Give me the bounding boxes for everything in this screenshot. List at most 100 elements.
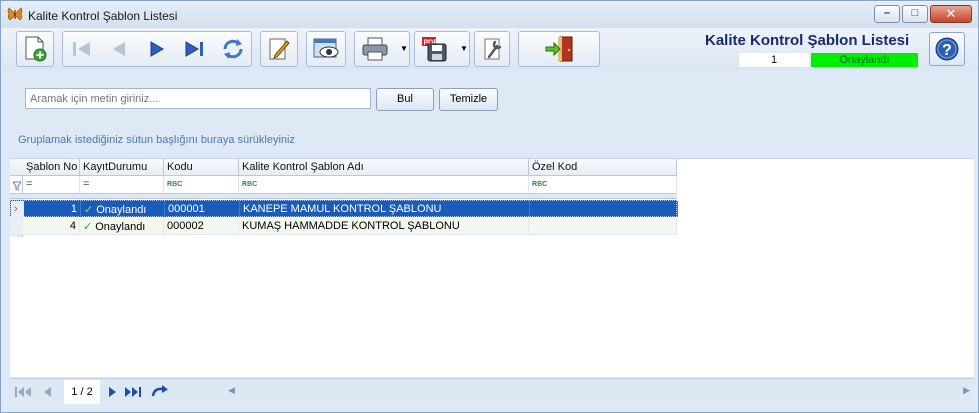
pdf-dropdown-icon[interactable]: ▼ [460,44,468,53]
horizontal-scrollbar[interactable]: ◀ ▶ [228,385,974,399]
settings-button[interactable] [475,32,509,66]
row-indicator-icon: › [11,201,24,217]
last-icon [125,387,141,397]
filter-record-status[interactable]: = [80,176,164,194]
column-header-record-status[interactable]: KayıtDurumu [80,159,164,176]
print-dropdown-icon[interactable]: ▼ [400,44,408,53]
filter-icon [10,176,23,194]
page-title: Kalite Kontrol Şablon Listesi [705,32,910,49]
exit-door-icon [545,36,573,62]
maximize-button[interactable]: □ [902,5,928,23]
table-row[interactable]: 4 ✓ Onaylandı 000002 KUMAŞ HAMMADDE KONTR… [10,218,677,235]
column-header-template-name[interactable]: Kalite Kontrol Şablon Adı [239,159,529,176]
filter-template-name[interactable]: RBC [239,176,529,194]
last-icon [185,41,203,57]
page-indicator: 1 / 2 [64,380,100,404]
next-record-button[interactable] [139,32,175,66]
first-icon [15,387,31,397]
minimize-button[interactable]: – [874,5,900,23]
preview-icon [313,38,339,58]
scroll-left-icon[interactable]: ◀ [228,385,235,396]
grid-separator [10,194,677,199]
previous-icon [113,42,125,56]
nav-refresh-button[interactable] [150,383,170,401]
settings-group [474,31,510,67]
edit-icon [269,38,290,60]
column-header-code[interactable]: Kodu [164,159,239,176]
filter-special-code[interactable]: RBC [529,176,677,194]
cell-template-name: KANEPE MAMUL KONTROL ŞABLONU [240,201,530,217]
svg-text:?: ? [942,42,952,59]
cell-code: 000001 [165,201,240,217]
printer-icon [362,37,388,61]
text-filter-icon: RBC [242,181,258,188]
pdf-save-icon: PDF [422,37,447,62]
close-icon: ✕ [945,6,957,21]
navigation-group [62,31,252,67]
help-icon: ? [935,37,959,61]
refresh-button[interactable] [215,32,251,66]
record-number: 1 [739,53,809,67]
find-button[interactable]: Bul [376,88,434,111]
window-title: Kalite Kontrol Şablon Listesi [28,9,178,23]
filter-template-no[interactable]: = [23,176,80,194]
cell-template-name: KUMAŞ HAMMADDE KONTROL ŞABLONU [239,218,529,234]
preview-button[interactable] [308,32,344,66]
butterfly-icon [7,7,23,21]
scroll-right-icon[interactable]: ▶ [963,385,970,396]
next-icon [109,387,116,397]
redo-icon [151,385,168,397]
export-pdf-button[interactable]: PDF [417,32,453,66]
group-by-hint: Gruplamak istediğiniz sütun başlığını bu… [18,134,295,146]
nav-next-button[interactable] [102,383,122,401]
last-record-button[interactable] [177,32,213,66]
title-bar: Kalite Kontrol Şablon Listesi – □ ✕ [1,1,978,28]
table-row[interactable]: › 1 ✓ Onaylandı 000001 KANEPE MAMUL KONTR… [10,200,678,217]
cell-code: 000002 [164,218,239,234]
grid-navigator: 1 / 2 ◀ ▶ [10,378,974,404]
cell-record-status: ✓ Onaylandı [80,218,164,234]
close-button[interactable]: ✕ [930,5,972,23]
search-input[interactable] [25,88,371,109]
column-header-template-no[interactable]: Şablon No [23,159,80,176]
clear-button[interactable]: Temizle [439,88,498,111]
cell-template-no: 4 [23,218,80,234]
data-grid: Şablon No KayıtDurumu Kodu Kalite Kontro… [10,158,974,377]
refresh-icon [223,39,243,59]
pdf-group: PDF ▼ [414,31,470,67]
first-record-button[interactable] [64,32,100,66]
minimize-icon: – [883,7,891,19]
filter-code[interactable]: RBC [164,176,239,194]
check-icon: ✓ [84,204,94,216]
nav-first-button[interactable] [13,383,33,401]
grid-header-row: Şablon No KayıtDurumu Kodu Kalite Kontro… [10,159,677,176]
previous-icon [44,387,51,397]
previous-record-button[interactable] [101,32,137,66]
cell-template-no: 1 [24,201,81,217]
grid-filter-row: = = RBC RBC RBC [10,176,677,194]
preview-group [306,31,346,67]
edit-button[interactable] [261,32,297,66]
print-button[interactable] [357,32,393,66]
text-filter-icon: RBC [532,181,548,188]
text-filter-icon: RBC [167,181,183,188]
edit-group [260,31,298,67]
print-group: ▼ [354,31,410,67]
cell-special-code [530,201,678,217]
first-icon [73,42,90,56]
cell-special-code [529,218,677,234]
exit-button[interactable] [541,32,577,66]
help-button[interactable]: ? [929,32,965,66]
next-icon [150,41,164,57]
nav-last-button[interactable] [124,383,144,401]
main-window: Kalite Kontrol Şablon Listesi – □ ✕ ▼ PD… [0,0,979,413]
new-record-button[interactable] [17,32,53,66]
nav-previous-button[interactable] [37,383,57,401]
window-controls: – □ ✕ [874,5,972,23]
cell-record-status: ✓ Onaylandı [81,201,165,217]
new-document-icon [25,36,47,62]
check-icon: ✓ [83,221,93,233]
status-badge: Onaylandı [811,53,918,67]
maximize-icon: □ [911,7,919,19]
column-header-special-code[interactable]: Özel Kod [529,159,677,176]
